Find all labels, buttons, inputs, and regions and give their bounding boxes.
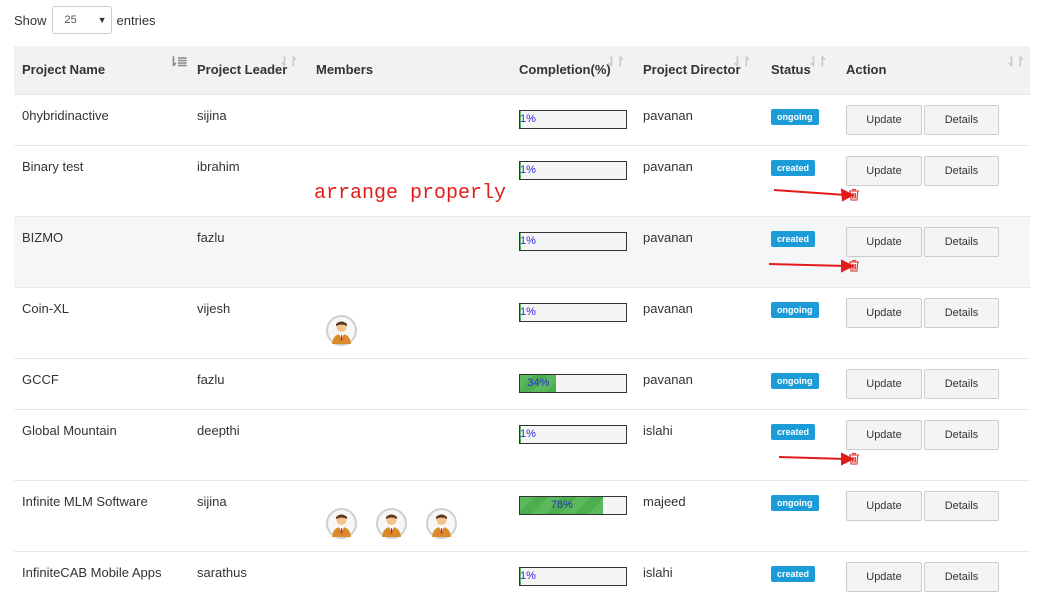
- annotation-arrow: [778, 456, 847, 460]
- annotation-arrowhead: [840, 188, 855, 202]
- annotation-arrow: [773, 189, 847, 196]
- annotation-arrowhead: [841, 452, 855, 466]
- annotation-arrowhead: [841, 259, 855, 273]
- annotation-arrows: [768, 188, 855, 466]
- annotation-arrow: [768, 263, 847, 267]
